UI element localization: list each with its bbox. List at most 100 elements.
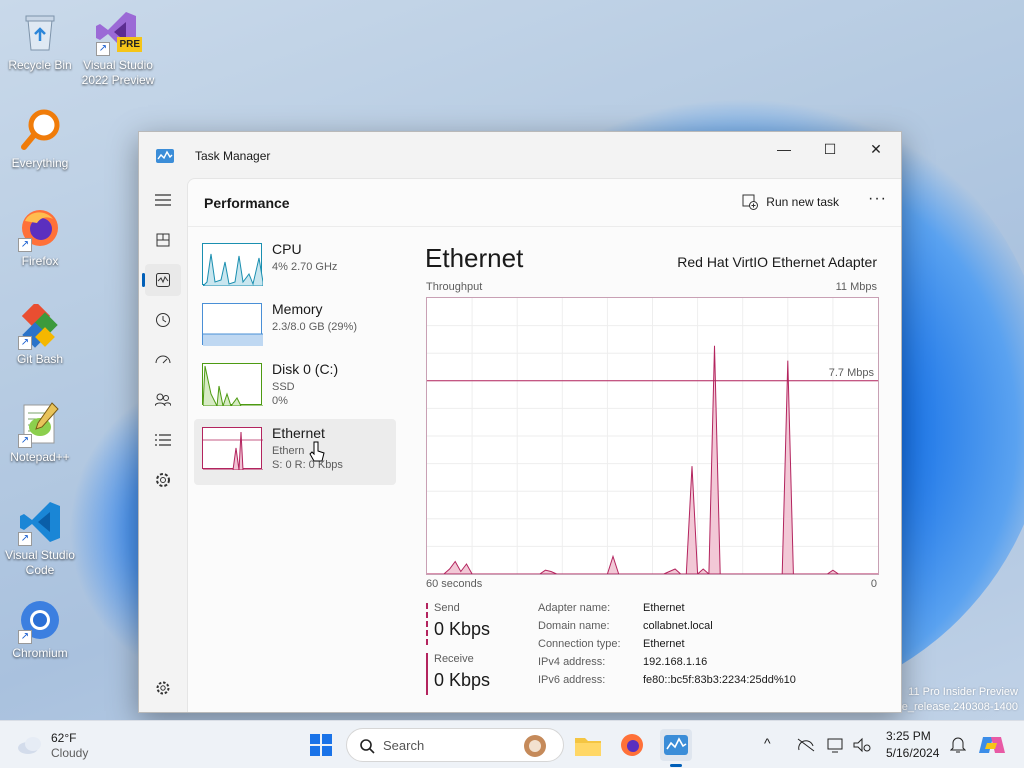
desktop-icon-label: Chromium — [12, 646, 68, 660]
chromium-icon: ↗ — [16, 596, 64, 644]
desktop-icon-git-bash[interactable]: ↗ Git Bash — [0, 302, 80, 367]
recycle-bin-icon — [16, 8, 64, 56]
task-manager-icon — [664, 735, 688, 755]
nav-users[interactable] — [145, 384, 181, 416]
max-scale-label: 11 Mbps — [835, 281, 877, 293]
search-icon — [360, 739, 375, 754]
performance-icon — [156, 273, 170, 287]
firefox-icon — [621, 734, 643, 756]
perf-item-disk[interactable]: Disk 0 (C:) SSD 0% — [194, 355, 396, 421]
reference-line-label: 7.7 Mbps — [829, 367, 875, 379]
bell-icon — [950, 737, 966, 753]
memory-mini-graph — [202, 303, 263, 346]
weather-widget[interactable]: 62°F Cloudy — [16, 731, 126, 761]
maximize-icon: ☐ — [823, 140, 837, 157]
taskbar-search-box[interactable]: Search — [346, 728, 564, 762]
desktop-icon-label: Visual Studio 2022 Preview — [81, 58, 155, 87]
taskbar-task-manager[interactable] — [660, 729, 692, 767]
send-label: Send — [434, 602, 460, 614]
display-icon — [827, 738, 843, 753]
startup-apps-icon — [155, 355, 171, 364]
desktop-icon-label: Git Bash — [16, 352, 64, 366]
perf-item-name: Disk 0 (C:) — [272, 361, 339, 377]
desktop-icon-firefox[interactable]: ↗ Firefox — [0, 204, 80, 269]
os-build-watermark: 11 Pro Insider Preview — [908, 686, 1018, 698]
clock-date[interactable]: 5/16/2024 — [886, 746, 939, 760]
shortcut-arrow-icon: ↗ — [18, 630, 32, 644]
nav-details[interactable] — [145, 424, 181, 456]
start-button[interactable] — [305, 729, 337, 761]
desktop-icon-notepad-plus-plus[interactable]: ↗ Notepad++ — [0, 400, 80, 465]
notifications-button[interactable] — [942, 729, 974, 761]
network-disconnected-icon — [797, 738, 815, 752]
users-icon — [155, 393, 171, 407]
perf-item-detail: 4% 2.70 GHz — [272, 261, 338, 273]
desktop-icon-vscode[interactable]: ↗ Visual Studio Code — [0, 498, 80, 578]
prop-value-ipv6: fe80::bc5f:83b3:2234:25dd%10 — [643, 674, 796, 686]
desktop-icon-label: Firefox — [21, 254, 59, 268]
prop-value-ipv4: 192.168.1.16 — [643, 656, 708, 668]
gear-icon — [156, 681, 170, 695]
disk-mini-graph — [202, 363, 263, 406]
nav-performance[interactable] — [142, 264, 181, 296]
nav-app-history[interactable] — [145, 304, 181, 336]
throughput-chart: 7.7 Mbps — [426, 297, 879, 575]
throughput-label: Throughput — [426, 281, 483, 293]
desktop-icon-everything[interactable]: Everything — [0, 106, 80, 171]
prop-key-adapter-name: Adapter name: — [538, 602, 611, 614]
maximize-button[interactable]: ☐ — [807, 134, 853, 164]
perf-item-detail: SSD — [272, 381, 295, 393]
desktop-icon-label: Notepad++ — [10, 450, 70, 464]
perf-item-name: Ethernet — [272, 425, 325, 441]
desktop-icon-recycle-bin[interactable]: Recycle Bin — [0, 8, 80, 73]
perf-item-memory[interactable]: Memory 2.3/8.0 GB (29%) — [194, 295, 396, 361]
run-task-icon — [742, 194, 759, 210]
perf-item-cpu[interactable]: CPU 4% 2.70 GHz — [194, 235, 396, 301]
prop-value-domain-name: collabnet.local — [643, 620, 713, 632]
receive-value: 0 Kbps — [434, 670, 491, 690]
notepad-plus-plus-icon: ↗ — [16, 400, 64, 448]
copilot-icon — [979, 737, 1005, 753]
taskbar-firefox[interactable] — [616, 729, 648, 761]
taskbar-file-explorer[interactable] — [572, 729, 604, 761]
more-options-button[interactable]: ··· — [868, 190, 887, 208]
close-icon: ✕ — [870, 140, 882, 157]
desktop-icon-visual-studio[interactable]: PRE ↗ Visual Studio 2022 Preview — [78, 8, 158, 88]
vscode-icon: ↗ — [16, 498, 64, 546]
desktop-icon-chromium[interactable]: ↗ Chromium — [0, 596, 80, 661]
performance-page: Performance Run new task ··· CPU 4% 2.70… — [187, 178, 901, 712]
clock-time[interactable]: 3:25 PM — [886, 729, 931, 743]
taskbar: 62°F Cloudy Search ^ 3:25 PM 5/16/2024 — [0, 720, 1024, 768]
mouse-cursor-icon — [309, 441, 325, 462]
shortcut-arrow-icon: ↗ — [18, 434, 32, 448]
run-new-task-button[interactable]: Run new task — [742, 194, 839, 210]
close-button[interactable]: ✕ — [853, 134, 899, 164]
nav-startup-apps[interactable] — [145, 344, 181, 376]
hamburger-icon — [155, 194, 171, 206]
prop-key-ipv4: IPv4 address: — [538, 656, 606, 668]
navigation-rail — [139, 176, 185, 712]
hamburger-menu-button[interactable] — [145, 184, 181, 216]
nav-processes[interactable] — [145, 224, 181, 256]
receive-indicator — [426, 653, 428, 695]
tray-overflow-button[interactable]: ^ — [764, 735, 771, 751]
nav-settings[interactable] — [145, 672, 181, 704]
search-placeholder: Search — [383, 738, 425, 753]
nav-services[interactable] — [145, 464, 181, 496]
desktop-icon-label: Visual Studio Code — [5, 548, 75, 577]
tray-volume[interactable] — [846, 729, 878, 761]
desktop-icon-label: Recycle Bin — [8, 58, 72, 72]
prop-value-connection-type: Ethernet — [643, 638, 685, 650]
tray-network[interactable] — [790, 729, 822, 761]
shortcut-arrow-icon: ↗ — [18, 238, 32, 252]
search-highlight-icon — [524, 735, 546, 757]
perf-item-name: Memory — [272, 301, 323, 317]
minimize-button[interactable]: — — [761, 134, 807, 164]
cloudy-weather-icon — [18, 737, 41, 754]
os-build-watermark-line2: e_release.240308-1400 — [901, 701, 1018, 713]
x-axis-right-label: 0 — [870, 578, 877, 590]
title-bar[interactable]: Task Manager — ☐ ✕ — [139, 132, 901, 176]
copilot-button[interactable] — [976, 729, 1008, 761]
perf-item-ethernet[interactable]: Ethernet Ethern S: 0 R: 0 Kbps — [194, 419, 396, 485]
task-manager-window: Task Manager — ☐ ✕ Performance Run new t… — [138, 131, 902, 713]
